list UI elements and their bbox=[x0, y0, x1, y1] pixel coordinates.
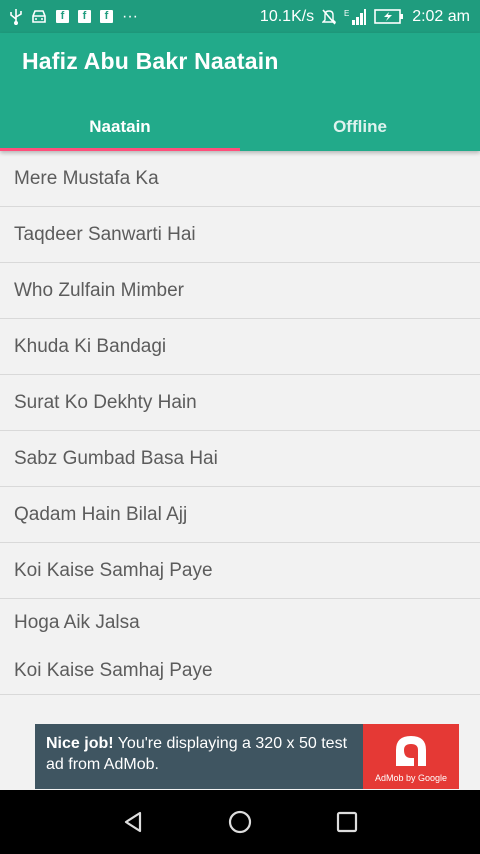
list-item[interactable]: Khuda Ki Bandagi bbox=[0, 319, 480, 375]
list-item[interactable]: Surat Ko Dekhty Hain bbox=[0, 375, 480, 431]
admob-icon bbox=[396, 736, 426, 766]
ad-banner[interactable]: Nice job! You're displaying a 320 x 50 t… bbox=[35, 724, 459, 789]
list-item[interactable]: Mere Mustafa Ka bbox=[0, 151, 480, 207]
home-icon bbox=[228, 810, 252, 834]
home-button[interactable] bbox=[220, 802, 260, 842]
ad-text: Nice job! You're displaying a 320 x 50 t… bbox=[35, 724, 363, 789]
clock: 2:02 am bbox=[412, 7, 470, 25]
facebook-icon: f bbox=[100, 10, 113, 23]
recents-icon bbox=[336, 811, 357, 833]
mute-icon bbox=[322, 8, 337, 25]
facebook-icon: f bbox=[56, 10, 69, 23]
status-right-icons: 10.1K/s E 2:02 am bbox=[260, 8, 470, 26]
network-speed: 10.1K/s bbox=[259, 7, 315, 25]
list-item[interactable]: Koi Kaise Samhaj Paye bbox=[0, 543, 480, 599]
app-title: Hafiz Abu Bakr Naatain bbox=[22, 48, 279, 74]
tab-naatain-label: Naatain bbox=[89, 117, 151, 136]
status-left-icons: f f f ··· bbox=[10, 8, 138, 26]
list-item[interactable]: Taqdeer Sanwarti Hai bbox=[0, 207, 480, 263]
app-bar: Hafiz Abu Bakr Naatain Naatain Offline bbox=[0, 33, 480, 151]
car-icon bbox=[31, 9, 47, 24]
facebook-icon: f bbox=[78, 10, 91, 23]
back-button[interactable] bbox=[113, 802, 153, 842]
more-icon: ··· bbox=[122, 7, 138, 25]
usb-icon bbox=[10, 8, 22, 25]
naat-list: Mere Mustafa Ka Taqdeer Sanwarti Hai Who… bbox=[0, 151, 480, 695]
recents-button[interactable] bbox=[327, 802, 367, 842]
back-icon bbox=[125, 811, 142, 833]
list-item[interactable]: Koi Kaise Samhaj Paye bbox=[0, 647, 480, 695]
tab-offline[interactable]: Offline bbox=[240, 103, 480, 151]
admob-logo-text: AdMob by Google bbox=[374, 773, 448, 783]
signal-icon: E bbox=[344, 8, 367, 26]
ad-headline: Nice job! bbox=[46, 735, 114, 752]
admob-logo: AdMob by Google bbox=[363, 724, 459, 789]
battery-charging-icon bbox=[374, 9, 404, 24]
list-item[interactable]: Sabz Gumbad Basa Hai bbox=[0, 431, 480, 487]
tab-naatain[interactable]: Naatain bbox=[0, 103, 240, 151]
list-item[interactable]: Qadam Hain Bilal Ajj bbox=[0, 487, 480, 543]
navigation-bar bbox=[0, 790, 480, 854]
list-item[interactable]: Who Zulfain Mimber bbox=[0, 263, 480, 319]
tab-offline-label: Offline bbox=[333, 117, 387, 136]
signal-label: E bbox=[344, 9, 349, 18]
tab-bar: Naatain Offline bbox=[0, 103, 480, 151]
list-item[interactable]: Hoga Aik Jalsa bbox=[0, 599, 480, 647]
status-bar: f f f ··· 10.1K/s E 2:02 am bbox=[0, 0, 480, 33]
